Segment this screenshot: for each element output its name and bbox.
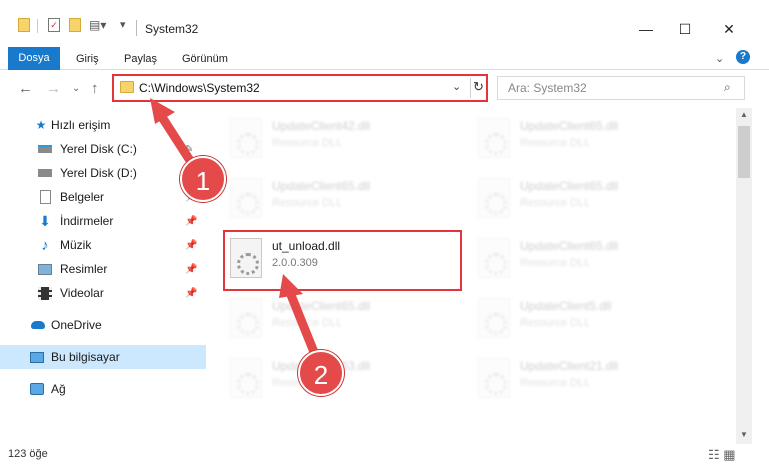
- callout-badge-2: 2: [298, 350, 344, 396]
- arrow-head-file: [279, 274, 303, 298]
- annotation-arrows: [150, 98, 323, 367]
- callout-badge-1: 1: [180, 156, 226, 202]
